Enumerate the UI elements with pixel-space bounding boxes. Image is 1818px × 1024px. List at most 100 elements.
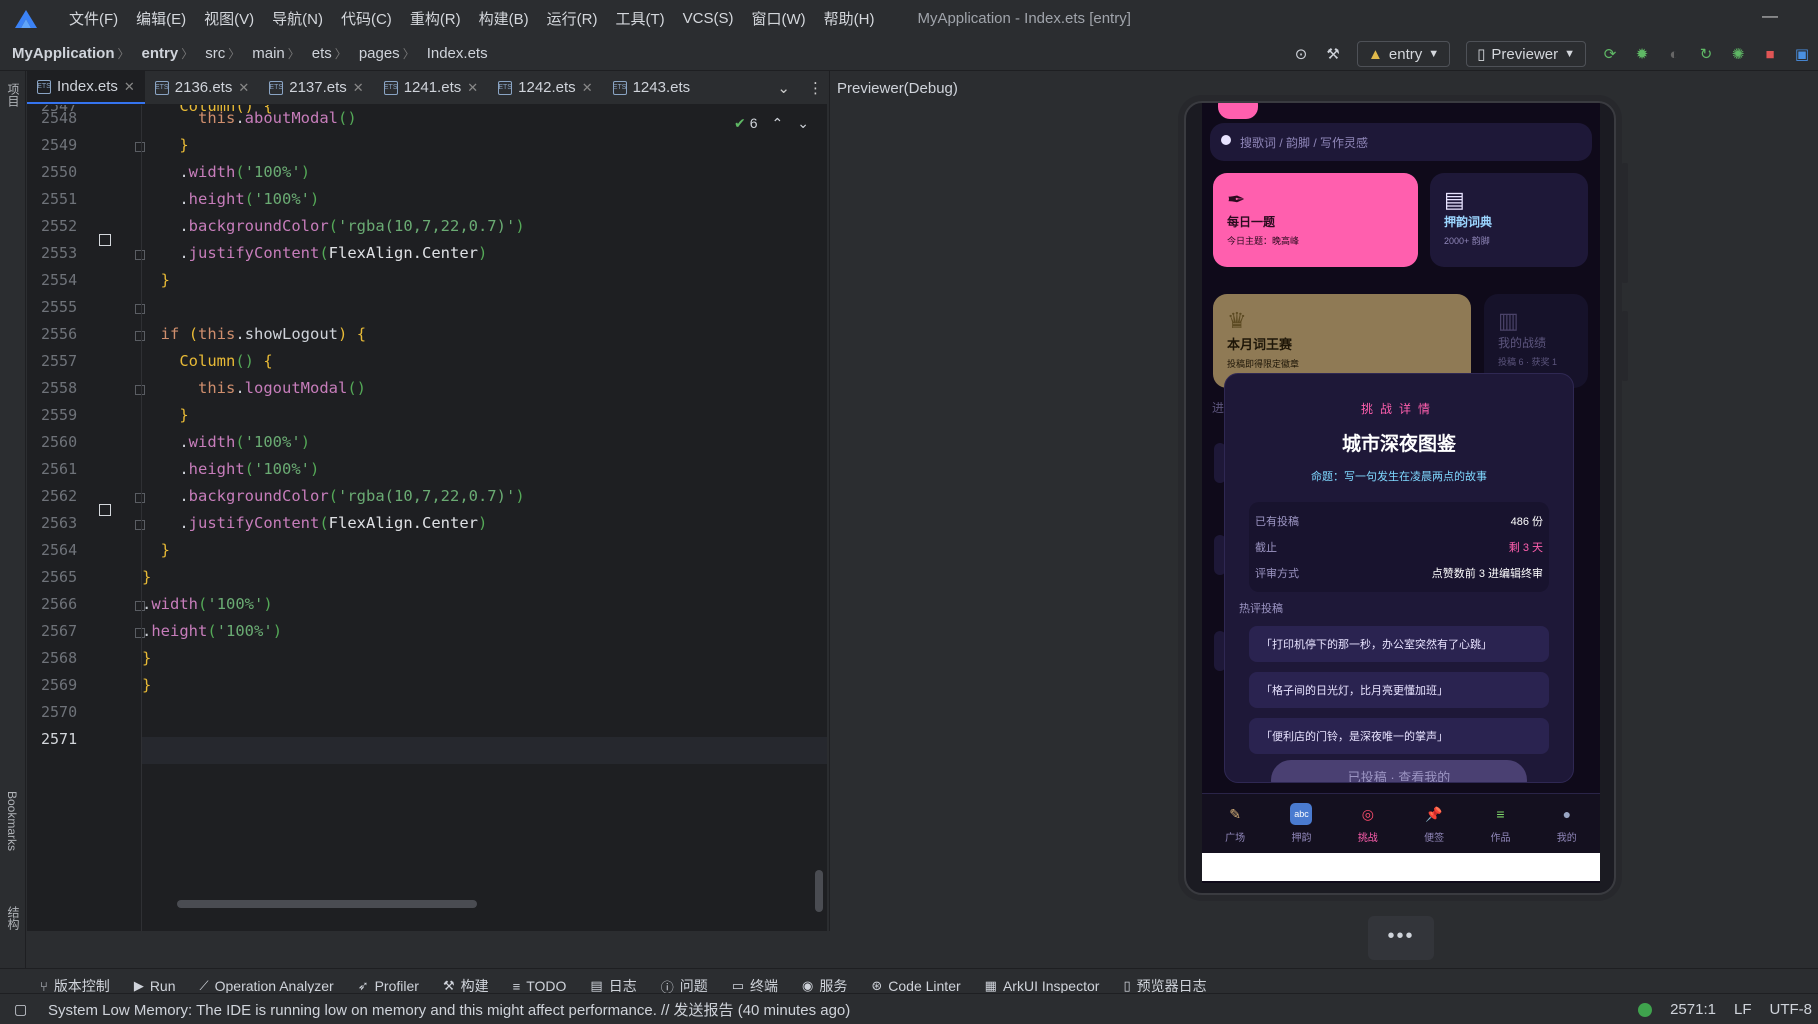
close-icon[interactable]: ✕ bbox=[353, 80, 364, 96]
view-my-submission-button[interactable]: 已投稿 · 查看我的 bbox=[1271, 760, 1527, 782]
chevron-down-icon[interactable]: ⌄ bbox=[777, 79, 790, 97]
project-tool-button[interactable]: 项目 bbox=[5, 83, 22, 107]
hot-submission-item[interactable]: 「打印机停下的那一秒，办公室突然有了心跳」 bbox=[1249, 626, 1549, 662]
close-icon[interactable]: ✕ bbox=[124, 79, 135, 95]
panel-toggle-icon[interactable]: ▢ bbox=[14, 1001, 27, 1018]
book-icon: ▤ bbox=[1444, 187, 1465, 212]
breadcrumb-ets[interactable]: ets bbox=[300, 45, 335, 62]
tool-code-linter[interactable]: ⊛ Code Linter bbox=[871, 978, 960, 994]
breakpoint-marker[interactable] bbox=[99, 234, 111, 246]
tool-label: Profiler bbox=[374, 978, 419, 994]
menu-build[interactable]: 构建(B) bbox=[470, 8, 538, 29]
more-vertical-icon[interactable]: ⋮ bbox=[808, 79, 823, 97]
code-line: } bbox=[179, 136, 189, 154]
rerun-icon[interactable]: ⟳ bbox=[1600, 44, 1620, 64]
menu-refactor[interactable]: 重构(R) bbox=[401, 8, 470, 29]
modal-kicker: 挑战详情 bbox=[1360, 402, 1437, 416]
code-editor[interactable]: 2547 2548 2549 2550 2551 2552 2553 2554 … bbox=[27, 105, 827, 931]
tool-label: ArkUI Inspector bbox=[1002, 978, 1100, 994]
breakpoint-marker[interactable] bbox=[99, 504, 111, 516]
tab-2136-ets[interactable]: ETS 2136.ets ✕ bbox=[145, 71, 259, 104]
menu-window[interactable]: 窗口(W) bbox=[742, 8, 814, 29]
menu-navigate[interactable]: 导航(N) bbox=[263, 8, 332, 29]
chevron-up-icon[interactable]: ⌃ bbox=[772, 115, 784, 132]
tool-profiler[interactable]: ➶ Profiler bbox=[358, 978, 419, 994]
close-icon[interactable]: ✕ bbox=[467, 80, 478, 96]
chart-line-icon: ⟋ bbox=[199, 978, 209, 993]
search-input[interactable]: 搜歌词 / 韵脚 / 写作灵感 bbox=[1210, 123, 1592, 161]
vertical-scrollbar[interactable] bbox=[815, 870, 823, 912]
tab-me[interactable]: ● 我的 bbox=[1556, 803, 1578, 844]
hot-submission-item[interactable]: 「格子间的日光灯，比月亮更懂加班」 bbox=[1249, 672, 1549, 708]
menu-help[interactable]: 帮助(H) bbox=[815, 8, 884, 29]
tool-run[interactable]: ▶ Run bbox=[134, 978, 176, 994]
menu-view[interactable]: 视图(V) bbox=[195, 8, 263, 29]
services-icon: ◉ bbox=[802, 978, 814, 993]
tool-operation-analyzer[interactable]: ⟋ Operation Analyzer bbox=[200, 978, 334, 994]
tab-label: 1243.ets bbox=[632, 79, 691, 96]
code-line: .width('100%') bbox=[142, 595, 273, 613]
breadcrumb-file[interactable]: Index.ets bbox=[415, 45, 491, 62]
previewer-more-button[interactable]: ••• bbox=[1368, 916, 1434, 960]
minimize-button[interactable]: — bbox=[1762, 8, 1778, 26]
phone-icon: ▯ bbox=[1477, 46, 1486, 63]
tab-1241-ets[interactable]: ETS 1241.ets ✕ bbox=[374, 71, 488, 104]
menu-vcs[interactable]: VCS(S) bbox=[674, 10, 743, 27]
close-icon[interactable]: ✕ bbox=[238, 80, 249, 96]
rhyme-dictionary-card[interactable]: ▤ 押韵词典 2000+ 韵脚 bbox=[1430, 173, 1588, 267]
device-select[interactable]: ▯ Previewer ▼ bbox=[1466, 41, 1586, 67]
tab-challenge[interactable]: ◎ 挑战 bbox=[1357, 803, 1379, 845]
breadcrumb-pages[interactable]: pages bbox=[347, 45, 403, 62]
structure-tool-button[interactable]: 结构 bbox=[5, 906, 22, 930]
horizontal-scrollbar[interactable] bbox=[177, 900, 477, 908]
navigation-bar: MyApplication 〉 entry 〉 src 〉 main 〉 ets 〉 pa… bbox=[0, 37, 1818, 71]
status-message[interactable]: System Low Memory: The IDE is running lo… bbox=[48, 999, 850, 1020]
tool-todo[interactable]: ≡ TODO bbox=[513, 978, 567, 994]
breadcrumb-src[interactable]: src bbox=[193, 45, 228, 62]
tab-rhyme[interactable]: abc 押韵 bbox=[1290, 803, 1313, 844]
info-value: 486 份 bbox=[1510, 516, 1543, 528]
close-icon[interactable]: ✕ bbox=[582, 80, 593, 96]
tab-index-ets[interactable]: ETS Index.ets ✕ bbox=[27, 71, 145, 104]
inspection-widget[interactable]: ✔ 6 ⌃ ⌄ bbox=[734, 115, 809, 132]
breadcrumb-project[interactable]: MyApplication bbox=[0, 45, 118, 62]
line-number: 2567 bbox=[41, 622, 78, 640]
chevron-down-icon[interactable]: ⌄ bbox=[797, 115, 809, 132]
stop-icon[interactable]: ■ bbox=[1760, 44, 1780, 64]
file-encoding[interactable]: UTF-8 bbox=[1770, 1001, 1813, 1018]
attach-debugger-icon[interactable]: ✺ bbox=[1728, 44, 1748, 64]
bookmarks-tool-button[interactable]: Bookmarks bbox=[5, 791, 19, 851]
reload-icon[interactable]: ↻ bbox=[1696, 44, 1716, 64]
menu-run[interactable]: 运行(R) bbox=[538, 8, 607, 29]
tool-arkui-inspector[interactable]: ▦ ArkUI Inspector bbox=[985, 978, 1100, 994]
linter-icon: ⊛ bbox=[871, 978, 883, 993]
debug-bug-icon[interactable]: ✹ bbox=[1632, 44, 1652, 64]
target-icon[interactable]: ⊙ bbox=[1291, 44, 1311, 64]
profile-icon[interactable]: ◐ bbox=[1664, 44, 1684, 64]
menu-tools[interactable]: 工具(T) bbox=[606, 8, 673, 29]
tab-square[interactable]: ✎ 广场 bbox=[1224, 803, 1246, 845]
hammer-icon[interactable]: ⚒ bbox=[1323, 44, 1343, 64]
check-icon: ✔ bbox=[734, 115, 746, 131]
tab-1243-ets[interactable]: ETS 1243.ets bbox=[603, 71, 701, 104]
tab-2137-ets[interactable]: ETS 2137.ets ✕ bbox=[259, 71, 373, 104]
ets-file-icon: ETS bbox=[154, 80, 169, 95]
line-separator[interactable]: LF bbox=[1734, 1001, 1752, 1018]
cursor-position[interactable]: 2571:1 bbox=[1670, 1001, 1716, 1018]
menu-code[interactable]: 代码(C) bbox=[332, 8, 401, 29]
menu-file[interactable]: 文件(F) bbox=[60, 8, 127, 29]
tab-works[interactable]: ≡ 作品 bbox=[1489, 803, 1511, 844]
breadcrumb-main[interactable]: main bbox=[240, 45, 288, 62]
daily-topic-card[interactable]: ✒ 每日一题 今日主题：晚高峰 bbox=[1213, 173, 1418, 267]
tool-label: TODO bbox=[526, 978, 567, 994]
run-config-select[interactable]: ▲ entry ▼ bbox=[1357, 41, 1451, 67]
code-line: this.logoutModal() bbox=[198, 379, 366, 397]
breadcrumb-module[interactable]: entry bbox=[130, 45, 182, 62]
tab-notes[interactable]: 📌 便签 bbox=[1423, 803, 1445, 845]
menu-edit[interactable]: 编辑(E) bbox=[127, 8, 195, 29]
hot-submission-item[interactable]: 「便利店的门铃，是深夜唯一的掌声」 bbox=[1249, 718, 1549, 754]
tab-1242-ets[interactable]: ETS 1242.ets ✕ bbox=[488, 71, 602, 104]
line-number: 2556 bbox=[41, 325, 78, 343]
device-manager-icon[interactable]: ▣ bbox=[1792, 44, 1812, 64]
